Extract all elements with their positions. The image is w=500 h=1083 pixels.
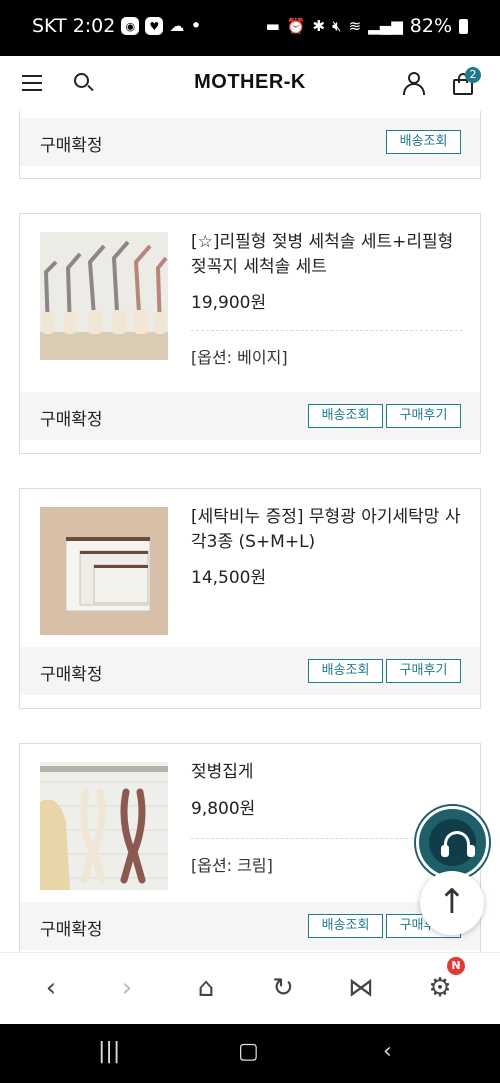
order-item-card: 구매확정 배송조회	[19, 100, 481, 179]
order-item-footer: 구매확정 배송조회 구매후기	[20, 902, 480, 950]
site-header: MOTHER-K 2	[0, 56, 500, 111]
home-button-icon[interactable]: ▢	[238, 1039, 259, 1064]
product-title[interactable]: 젖병집게	[191, 760, 463, 785]
order-item-card: 젖병집게 9,800원 [옵션: 크림] 구매확정 배송조회 구매후기	[19, 743, 481, 952]
product-option: [옵션: 크림]	[191, 856, 273, 875]
bed-icon: ▬	[265, 17, 280, 35]
product-title[interactable]: [세탁비누 증정] 무형광 아기세탁망 사각3종 (S+M+L)	[191, 505, 463, 555]
battery-percent: 82%	[409, 15, 452, 37]
forward-icon[interactable]: ›	[110, 971, 144, 1005]
cart-icon[interactable]: 2	[453, 67, 481, 95]
order-status: 구매확정	[40, 410, 103, 430]
product-price: 9,800원	[191, 799, 256, 819]
order-item-card: [☆]리필형 젖병 세척솔 세트+리필형 젖꼭지 세척솔 세트 19,900원 …	[19, 213, 481, 454]
share-icon[interactable]: ⋈	[344, 971, 378, 1005]
mute-icon: 🔇︎	[332, 17, 342, 35]
write-review-button[interactable]: 구매후기	[386, 404, 461, 428]
order-status: 구매확정	[40, 665, 103, 685]
signal-icon: ▂▄▆	[368, 17, 403, 35]
recent-apps-icon[interactable]: |||	[98, 1039, 120, 1064]
home-icon[interactable]: ⌂	[189, 971, 223, 1005]
product-price: 14,500원	[191, 568, 267, 588]
track-delivery-button[interactable]: 배송조회	[386, 130, 461, 154]
track-delivery-button[interactable]: 배송조회	[308, 914, 383, 938]
arrow-up-icon: ↑	[437, 882, 467, 922]
write-review-button[interactable]: 구매후기	[386, 659, 461, 683]
track-delivery-button[interactable]: 배송조회	[308, 404, 383, 428]
browser-toolbar: ‹ › ⌂ ↻ ⋈ ⚙ N	[0, 952, 500, 1024]
alarm-icon: ⏰	[286, 17, 306, 35]
app-heart-notification-icon: ♥	[145, 17, 164, 35]
more-notifications-dot: •	[190, 15, 202, 37]
product-thumbnail[interactable]	[40, 232, 168, 360]
order-item-footer: 구매확정 배송조회	[20, 118, 480, 166]
product-option: [옵션: 베이지]	[191, 348, 288, 367]
product-thumbnail[interactable]	[40, 762, 168, 890]
refresh-icon[interactable]: ↻	[266, 971, 300, 1005]
scroll-to-top-button[interactable]: ↑	[420, 871, 484, 935]
divider	[191, 330, 463, 331]
track-delivery-button[interactable]: 배송조회	[308, 659, 383, 683]
cloud-notification-icon: ☁	[169, 17, 185, 35]
system-back-icon[interactable]: ‹	[383, 1039, 392, 1064]
bluetooth-icon: ✱	[312, 17, 326, 35]
back-icon[interactable]: ‹	[34, 971, 68, 1005]
wifi-icon: ≋	[348, 17, 362, 35]
order-status: 구매확정	[40, 136, 103, 156]
order-status: 구매확정	[40, 920, 103, 940]
order-item-footer: 구매확정 배송조회 구매후기	[20, 392, 480, 440]
status-bar: SKT 2:02 ◉ ♥ ☁ • ▬ ⏰ ✱ 🔇︎ ≋ ▂▄▆ 82%	[0, 0, 500, 56]
battery-icon	[459, 18, 468, 34]
headset-icon	[429, 819, 476, 866]
order-item-card: [세탁비누 증정] 무형광 아기세탁망 사각3종 (S+M+L) 14,500원…	[19, 488, 481, 709]
notification-badge: N	[447, 957, 465, 975]
product-title[interactable]: [☆]리필형 젖병 세척솔 세트+리필형 젖꼭지 세척솔 세트	[191, 230, 463, 280]
settings-gear-icon[interactable]: ⚙	[423, 971, 457, 1005]
app-notification-icon: ◉	[121, 17, 140, 35]
cart-count-badge: 2	[465, 67, 481, 83]
system-navigation-bar: ||| ▢ ‹	[0, 1024, 500, 1083]
user-icon[interactable]	[402, 71, 426, 95]
customer-service-button[interactable]	[416, 806, 489, 879]
product-thumbnail[interactable]	[40, 507, 168, 635]
status-time: SKT 2:02	[32, 15, 116, 37]
product-price: 19,900원	[191, 293, 267, 313]
order-item-footer: 구매확정 배송조회 구매후기	[20, 647, 480, 695]
